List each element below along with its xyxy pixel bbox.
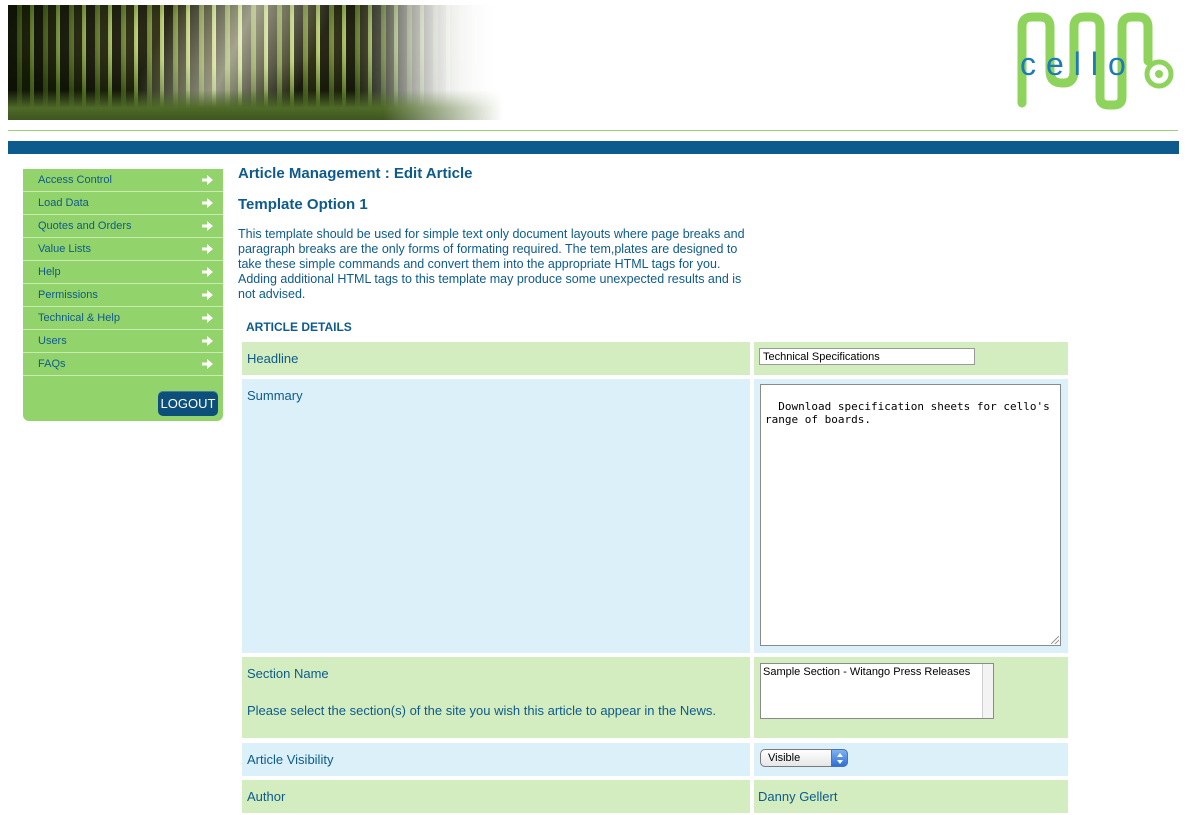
visibility-label-cell: Article Visibility: [242, 743, 750, 776]
summary-text: Download specification sheets for cello'…: [765, 400, 1057, 426]
summary-label: Summary: [247, 388, 303, 403]
visibility-selected-value: Visible: [768, 752, 801, 764]
section-listbox[interactable]: Sample Section - Witango Press Releases: [760, 663, 994, 719]
logout-button[interactable]: LOGOUT: [158, 391, 218, 416]
section-heading: ARTICLE DETAILS: [246, 320, 352, 334]
header-divider: [8, 130, 1178, 131]
sidebar-item-help[interactable]: Help: [23, 261, 223, 284]
arrow-right-icon: [202, 336, 213, 346]
arrow-right-icon: [202, 175, 213, 185]
sidebar-item-technical-help[interactable]: Technical & Help: [23, 307, 223, 330]
listbox-scrollbar[interactable]: [982, 664, 993, 718]
sidebar-nav: Access Control Load Data Quotes and Orde…: [23, 169, 223, 421]
arrow-right-icon: [202, 198, 213, 208]
headline-label-cell: Headline: [242, 342, 750, 375]
sidebar-item-faqs[interactable]: FAQs: [23, 353, 223, 376]
template-title: Template Option 1: [238, 196, 368, 213]
sidebar-item-label: Access Control: [38, 174, 112, 186]
visibility-select[interactable]: Visible: [760, 749, 848, 767]
author-value: Danny Gellert: [758, 789, 838, 804]
sidebar-item-permissions[interactable]: Permissions: [23, 284, 223, 307]
page-title: Article Management : Edit Article: [238, 165, 473, 182]
author-label: Author: [247, 789, 286, 804]
summary-label-cell: Summary: [242, 379, 750, 653]
sidebar-item-users[interactable]: Users: [23, 330, 223, 353]
sidebar-item-label: Help: [38, 266, 61, 278]
intro-text: This template should be used for simple …: [238, 227, 745, 301]
arrow-right-icon: [202, 359, 213, 369]
arrow-right-icon: [202, 267, 213, 277]
arrow-right-icon: [202, 244, 213, 254]
sidebar-item-label: Permissions: [38, 289, 98, 301]
logo-wordmark: cello: [1020, 46, 1136, 82]
section-name-label: Section Name: [247, 666, 329, 681]
arrow-right-icon: [202, 290, 213, 300]
sidebar-item-label: Load Data: [38, 197, 89, 209]
sidebar-item-load-data[interactable]: Load Data: [23, 192, 223, 215]
sidebar-item-label: Quotes and Orders: [38, 220, 132, 232]
visibility-label: Article Visibility: [247, 752, 334, 767]
header-bar: [8, 141, 1179, 154]
section-option[interactable]: Sample Section - Witango Press Releases: [763, 666, 970, 678]
resize-grip-icon[interactable]: [1051, 636, 1059, 644]
forest-banner-image: [8, 5, 503, 120]
section-name-label-cell: Section Name Please select the section(s…: [242, 657, 750, 738]
arrow-right-icon: [202, 313, 213, 323]
section-name-help: Please select the section(s) of the site…: [247, 703, 716, 718]
sidebar-item-label: Users: [38, 335, 67, 347]
summary-textarea[interactable]: Download specification sheets for cello'…: [760, 384, 1061, 646]
author-label-cell: Author: [242, 780, 750, 813]
sidebar-item-label: Technical & Help: [38, 312, 120, 324]
headline-label: Headline: [247, 351, 299, 366]
sidebar-item-quotes-and-orders[interactable]: Quotes and Orders: [23, 215, 223, 238]
headline-input[interactable]: Technical Specifications: [759, 348, 975, 365]
sidebar-item-value-lists[interactable]: Value Lists: [23, 238, 223, 261]
sidebar-item-access-control[interactable]: Access Control: [23, 169, 223, 192]
sidebar-item-label: Value Lists: [38, 243, 91, 255]
arrow-right-icon: [202, 221, 213, 231]
select-arrows-icon: [831, 749, 848, 767]
sidebar-item-label: FAQs: [38, 358, 66, 370]
